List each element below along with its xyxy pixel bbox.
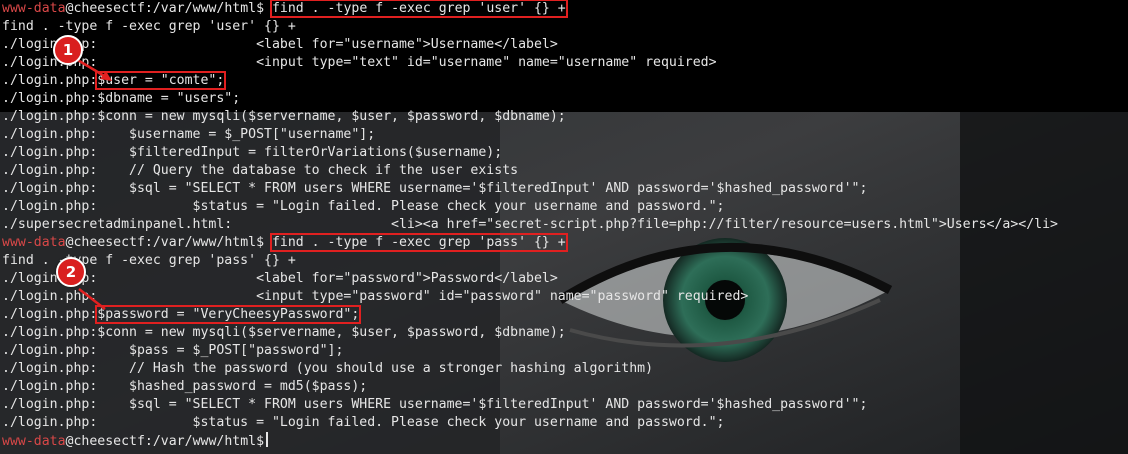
output-line: ./login.php:$conn = new mysqli($serverna… — [2, 325, 566, 340]
prompt-user: www-data — [2, 434, 66, 449]
output-line: ./supersecretadminpanel.html: <li><a hre… — [2, 217, 1058, 232]
output-line: ./login.php: <label for="username">Usern… — [2, 37, 558, 52]
terminal[interactable]: www-data@cheesectf:/var/www/html$ find .… — [0, 0, 1128, 454]
prompt-host: @cheesectf:/var/www/html$ — [65, 1, 265, 16]
prompt-line-2: www-data@cheesectf:/var/www/html$ find .… — [2, 233, 1128, 252]
output-line: ./login.php: // Query the database to ch… — [2, 163, 519, 178]
password-credential-highlight: $password = "VeryCheesyPassword"; — [95, 305, 362, 324]
output-line: ./login.php: $filteredInput = filterOrVa… — [2, 145, 503, 160]
output-line: ./login.php: $status = "Login failed. Pl… — [2, 199, 725, 214]
output-line: ./login.php: $pass = $_POST["password"]; — [2, 343, 344, 358]
step-marker-1: 1 — [53, 35, 83, 65]
output-line: ./login.php: $status = "Login failed. Pl… — [2, 415, 725, 430]
prompt-user: www-data — [2, 1, 66, 16]
output-line: ./login.php: $username = $_POST["usernam… — [2, 127, 376, 142]
output-line: ./login.php:$dbname = "users"; — [2, 91, 241, 106]
output-line: ./login.php: <input type="text" id="user… — [2, 55, 717, 70]
step-marker-2: 2 — [56, 257, 86, 287]
prompt-line-3: www-data@cheesectf:/var/www/html$ — [2, 432, 1128, 450]
output-line: ./login.php: // Hash the password (you s… — [2, 361, 654, 376]
command-grep-user: find . -type f -exec grep 'user' {} + — [269, 0, 568, 18]
terminal-cursor — [266, 432, 269, 447]
prompt-user: www-data — [2, 235, 66, 250]
output-line: ./login.php: $sql = "SELECT * FROM users… — [2, 181, 868, 196]
output-line-password-found: ./login.php:$password = "VeryCheesyPassw… — [2, 305, 1128, 324]
prompt-line-1: www-data@cheesectf:/var/www/html$ find .… — [2, 0, 1128, 18]
output-line: find . -type f -exec grep 'pass' {} + — [2, 253, 296, 268]
prompt-host: @cheesectf:/var/www/html$ — [65, 235, 265, 250]
output-line: ./login.php:$conn = new mysqli($serverna… — [2, 109, 566, 124]
annotation-arrow-2 — [78, 288, 106, 310]
output-line-user-found: ./login.php:$user = "comte"; — [2, 71, 1128, 90]
output-line: ./login.php: <label for="password">Passw… — [2, 271, 558, 286]
prompt-host: @cheesectf:/var/www/html$ — [65, 434, 265, 449]
output-line: find . -type f -exec grep 'user' {} + — [2, 19, 296, 34]
command-grep-pass: find . -type f -exec grep 'pass' {} + — [269, 233, 568, 252]
output-line: ./login.php: <input type="password" id="… — [2, 289, 749, 304]
output-line: ./login.php: $hashed_password = md5($pas… — [2, 379, 368, 394]
output-line: ./login.php: $sql = "SELECT * FROM users… — [2, 397, 868, 412]
